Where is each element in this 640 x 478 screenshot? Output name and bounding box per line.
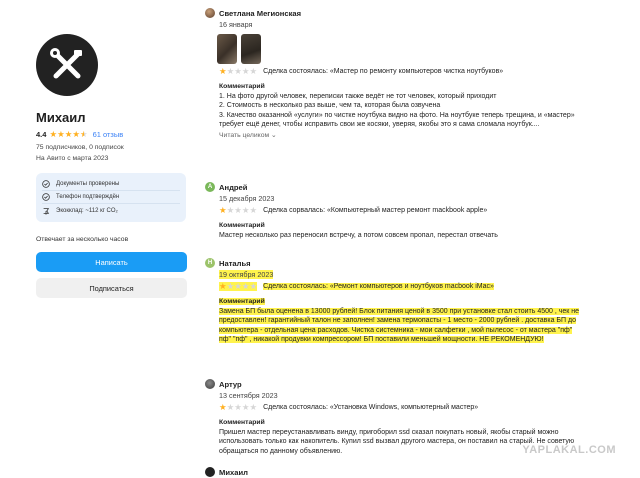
star-icon: ★ (241, 205, 250, 215)
reviewer-name[interactable]: Светлана Мегионская (219, 9, 301, 18)
seller-profile: Михаил 4.4 ★ ★ ★ ★ ★ 61 отзыв 75 подписч… (36, 34, 188, 299)
review-photos (217, 34, 605, 64)
review-text-wrap: Замена БП была оценена в 13000 рублей! Б… (219, 307, 585, 345)
star-icon: ★ (234, 402, 242, 412)
subscribe-button[interactable]: Подписаться (36, 278, 187, 299)
reviewer-name[interactable]: Наталья (219, 259, 251, 268)
verification-label: Документы проверены (56, 181, 120, 188)
review-stars: ★ ★ ★ ★ ★ (219, 67, 257, 76)
reviewer-avatar[interactable] (205, 467, 215, 477)
star-icon: ★ (241, 402, 250, 412)
seller-avatar[interactable] (36, 34, 98, 96)
review-card: Светлана Мегионская 16 января ★ ★ ★ ★ ★ Сдел… (205, 8, 605, 139)
star-icon: ★ (72, 129, 80, 140)
reviewer-avatar[interactable] (205, 379, 215, 389)
review-card: Н Наталья 19 октября 2023 ★ ★ ★ ★ ★ Сделка с… (205, 258, 605, 345)
star-icon: ★ (249, 66, 258, 76)
review-stars: ★ ★ ★ ★ ★ (219, 281, 258, 291)
avatar-letter: А (207, 184, 213, 190)
reviewer-avatar[interactable] (205, 8, 215, 18)
deal-text: Сделка состоялась: «Установка Windows, к… (263, 403, 479, 411)
verification-label: Экокклад: ~112 кг CO₂ (56, 207, 118, 214)
reviews-count-link[interactable]: 61 отзыв (93, 130, 124, 139)
verification-documents: Документы проверены (42, 178, 180, 192)
review-text: 1. На фото другой человек, переписки так… (219, 92, 575, 129)
review-photo[interactable] (241, 34, 261, 64)
tools-icon (50, 48, 82, 79)
review-deal: ★ ★ ★ ★ ★ Сделка состоялась: «Мастер по ремо… (219, 67, 605, 76)
rating-stars: ★ ★ ★ ★ ★ (49, 130, 87, 139)
star-icon: ★ (226, 402, 235, 412)
subscribers-info: 75 подписчиков, 0 подписок (36, 144, 124, 151)
watermark: YAPLAKAL.COM (522, 444, 616, 456)
review-deal: ★ ★ ★ ★ ★ Сделка сорвалась: «Компьютерный ма… (219, 206, 605, 215)
star-icon: ★ (64, 129, 73, 140)
avatar-letter: Н (207, 260, 213, 266)
comment-label-text: Комментарий (219, 297, 265, 305)
review-date: 13 сентября 2023 (219, 391, 278, 400)
deal-text: Сделка состоялась: «Мастер по ремонту ко… (263, 67, 504, 75)
star-icon: ★ (219, 402, 227, 412)
review-text: Мастер несколько раз переносил встречу, … (219, 231, 498, 239)
review-date: 16 января (219, 20, 253, 29)
review-photo[interactable] (217, 34, 237, 64)
star-icon: ★ (49, 129, 58, 140)
review-deal: ★ ★ ★ ★ ★ Сделка состоялась: «Ремонт компьют… (219, 282, 605, 291)
comment-label: Комментарий (219, 418, 265, 426)
star-icon: ★ (219, 281, 227, 291)
review-deal: ★ ★ ★ ★ ★ Сделка состоялась: «Установка Wind… (219, 403, 605, 412)
deal-text: Сделка состоялась: «Ремонт компьютеров и… (263, 282, 494, 290)
review-card: Михаил (205, 467, 605, 477)
verification-eco[interactable]: Экокклад: ~112 кг CO₂ (42, 204, 180, 217)
verification-phone: Телефон подтверждён (42, 191, 180, 205)
comment-label: Комментарий (219, 82, 265, 90)
review-card: А Андрей 15 декабря 2023 ★ ★ ★ ★ ★ Сделка со… (205, 182, 605, 240)
deal-text: Сделка сорвалась: «Компьютерный мастер р… (263, 206, 488, 214)
answer-time: Отвечает за несколько часов (36, 236, 129, 244)
review-stars: ★ ★ ★ ★ ★ (219, 206, 257, 215)
star-icon: ★ (249, 205, 258, 215)
reviewer-avatar[interactable]: Н (205, 258, 215, 268)
member-since: На Авито с марта 2023 (36, 155, 109, 163)
reviewer-name[interactable]: Михаил (219, 468, 248, 477)
star-icon: ★ (241, 281, 250, 291)
star-icon: ★ (226, 66, 235, 76)
star-icon: ★ (234, 205, 242, 215)
star-icon: ★ (79, 129, 88, 140)
star-icon: ★ (249, 281, 258, 291)
review-date-wrap: 19 октября 2023 (219, 270, 605, 279)
write-message-button[interactable]: Написать (36, 252, 187, 273)
reviewer-name[interactable]: Артур (219, 380, 242, 389)
rating-value: 4.4 (36, 130, 47, 139)
review-date: 15 декабря 2023 (219, 194, 275, 203)
verification-box: Документы проверены Телефон подтверждён … (36, 173, 186, 223)
eco-icon (43, 208, 50, 215)
seller-rating: 4.4 ★ ★ ★ ★ ★ 61 отзыв (36, 130, 188, 139)
review-stars: ★ ★ ★ ★ ★ (219, 403, 257, 412)
read-more-link[interactable]: Читать целиком ⌄ (219, 131, 605, 139)
document-check-icon (42, 180, 50, 189)
star-icon: ★ (234, 281, 242, 291)
star-icon: ★ (226, 205, 235, 215)
verification-label: Телефон подтверждён (56, 194, 120, 201)
comment-label: Комментарий (219, 221, 265, 229)
review-text: Замена БП была оценена в 13000 рублей! Б… (219, 307, 580, 344)
star-icon: ★ (219, 205, 227, 215)
comment-label: Комментарий (219, 297, 605, 305)
seller-name: Михаил (36, 110, 86, 125)
star-icon: ★ (241, 66, 250, 76)
star-icon: ★ (57, 129, 65, 140)
reviewer-name[interactable]: Андрей (219, 183, 247, 192)
star-icon: ★ (226, 281, 235, 291)
star-icon: ★ (249, 402, 258, 412)
star-icon: ★ (219, 66, 227, 76)
review-date: 19 октября 2023 (219, 270, 274, 279)
phone-check-icon (42, 193, 50, 202)
star-icon: ★ (234, 66, 242, 76)
reviewer-avatar[interactable]: А (205, 182, 215, 192)
